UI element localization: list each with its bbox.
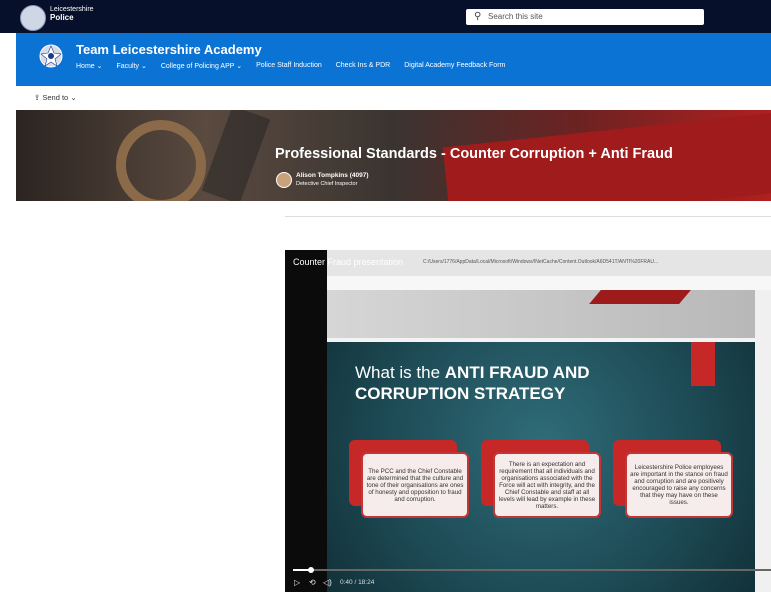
police-crest-icon[interactable] [20,5,46,31]
top-bar: Leicestershire Police ⚲ Search this site [0,0,771,33]
slide-heading-pre: What is the [355,363,445,382]
slide-accent [589,290,691,304]
time-display: 0:40 / 18:24 [340,579,375,586]
author-name[interactable]: Alison Tompkins (4097) [296,172,368,179]
video-title: Counter Fraud presentation [293,257,404,267]
video-frame: C:/Users/1776/AppData/Local/Microsoft/Wi… [327,250,771,592]
search-placeholder: Search this site [488,12,543,21]
padlock-image [116,120,206,201]
slide-heading: What is the ANTI FRAUD AND CORRUPTION ST… [355,362,685,404]
progress-knob[interactable] [307,567,314,573]
search-icon: ⚲ [474,11,482,22]
slide-box-2: There is an expectation and requirement … [493,452,601,518]
slide-heading-bold2: CORRUPTION STRATEGY [355,384,566,403]
send-to-button[interactable]: ⇪ Send to ⌄ [34,93,77,102]
org-logo-text: Leicestershire Police [50,6,94,22]
shadow-shape [201,110,271,201]
file-path: C:/Users/1776/AppData/Local/Microsoft/Wi… [423,259,659,265]
nav-home[interactable]: Home ⌄ [76,62,102,70]
slide-box-1: The PCC and the Chief Constable are dete… [361,452,469,518]
site-crest-icon[interactable] [38,41,64,71]
org-sub: Police [50,13,74,22]
presentation-slide: What is the ANTI FRAUD AND CORRUPTION ST… [327,342,755,592]
rewind-icon[interactable]: ⟲ [309,578,316,587]
nav-faculty[interactable]: Faculty ⌄ [116,62,146,70]
side-panel [755,290,771,592]
nav-check-ins[interactable]: Check Ins & PDR [336,62,390,70]
progress-bar[interactable] [293,567,771,573]
page-title: Professional Standards - Counter Corrupt… [275,146,673,162]
search-input[interactable]: ⚲ Search this site [466,9,704,25]
nav-feedback-form[interactable]: Digital Academy Feedback Form [404,62,505,70]
author-role: Detective Chief Inspector [296,181,358,187]
site-nav: Home ⌄ Faculty ⌄ College of Policing APP… [76,62,519,70]
slide-heading-bold1: ANTI FRAUD AND [444,363,590,382]
divider [285,216,771,217]
nav-police-staff-induction[interactable]: Police Staff Induction [256,62,322,70]
pdf-toolbar [327,276,771,291]
site-header: Team Leicestershire Academy Home ⌄ Facul… [16,33,771,86]
nav-college-of-policing[interactable]: College of Policing APP ⌄ [161,62,242,70]
slide-top [327,290,755,338]
video-player[interactable]: C:/Users/1776/AppData/Local/Microsoft/Wi… [285,250,771,592]
send-to-label: Send to ⌄ [42,93,77,102]
slide-red-tab [691,342,715,386]
avatar[interactable] [276,172,292,188]
cursor-icon [210,435,220,445]
site-title[interactable]: Team Leicestershire Academy [76,42,262,57]
slide-box-3: Leicestershire Police employees are impo… [625,452,733,518]
volume-icon[interactable]: ◁) [323,578,332,587]
play-icon[interactable]: ▷ [294,578,300,587]
video-controls: ▷ ⟲ ◁) 0:40 / 18:24 [285,566,771,592]
